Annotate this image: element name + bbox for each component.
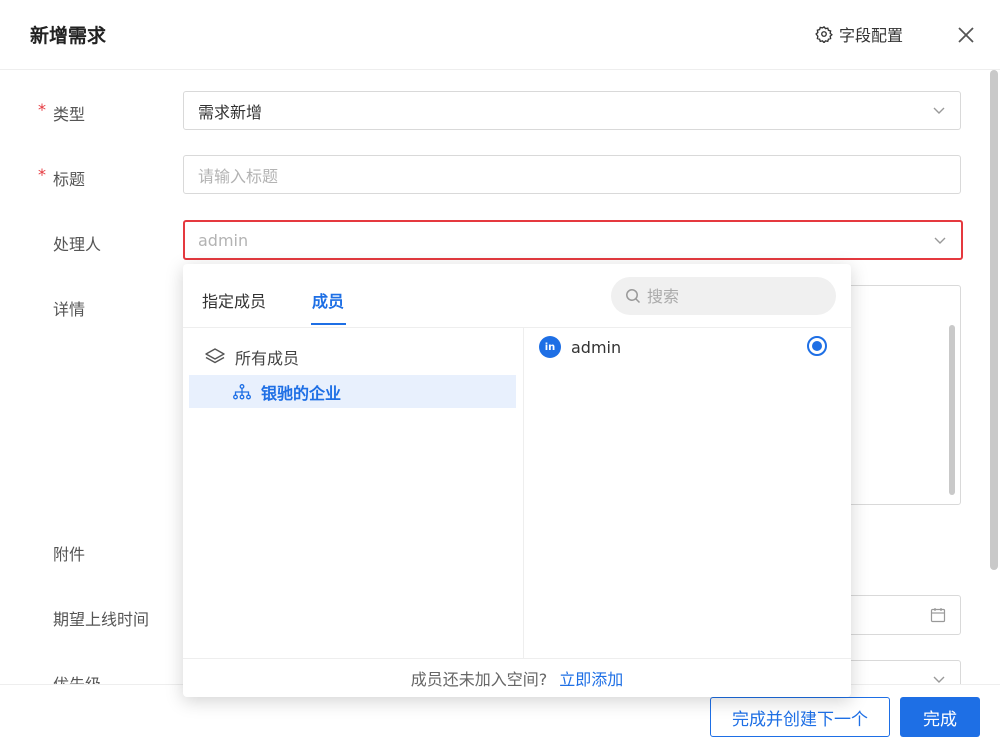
member-tree: 所有成员 银驰的企业 bbox=[183, 328, 524, 658]
calendar-icon bbox=[930, 608, 946, 623]
member-name: admin bbox=[571, 337, 622, 357]
close-icon[interactable] bbox=[955, 24, 977, 46]
page-scrollbar[interactable] bbox=[990, 70, 998, 570]
assignee-dropdown: 指定成员 成员 所有成员 银驰的企业 in admin 成员还未加入空间? 立即… bbox=[183, 264, 851, 697]
tab-specified-members[interactable]: 指定成员 bbox=[202, 288, 266, 312]
assignee-label: 处理人 bbox=[53, 235, 102, 254]
add-now-link[interactable]: 立即添加 bbox=[559, 666, 623, 690]
tab-members[interactable]: 成员 bbox=[312, 288, 344, 312]
type-value: 需求新增 bbox=[198, 102, 263, 122]
title-input[interactable]: 请输入标题 bbox=[183, 155, 961, 194]
type-label: 类型 bbox=[53, 105, 86, 124]
member-radio[interactable] bbox=[807, 336, 827, 356]
field-config-button[interactable]: 字段配置 bbox=[815, 22, 903, 46]
create-next-button[interactable]: 完成并创建下一个 bbox=[710, 697, 890, 737]
search-input[interactable] bbox=[647, 286, 817, 306]
expected-date-picker[interactable] bbox=[838, 595, 961, 635]
gear-icon bbox=[815, 25, 833, 43]
dialog-title: 新增需求 bbox=[30, 25, 107, 47]
member-search[interactable] bbox=[611, 277, 836, 315]
tree-item-label: 银驰的企业 bbox=[261, 383, 342, 403]
dropdown-footer: 成员还未加入空间? 立即添加 bbox=[183, 658, 851, 697]
member-item-admin[interactable]: in admin bbox=[539, 335, 829, 359]
avatar: in bbox=[539, 336, 561, 358]
field-config-label: 字段配置 bbox=[839, 26, 904, 45]
title-placeholder: 请输入标题 bbox=[198, 166, 279, 186]
org-chart-icon bbox=[233, 383, 251, 399]
dialog-header: 新增需求 字段配置 bbox=[0, 0, 1000, 70]
type-select[interactable]: 需求新增 bbox=[183, 91, 961, 130]
title-label: 标题 bbox=[53, 170, 86, 189]
assignee-placeholder: admin bbox=[198, 230, 249, 250]
details-label: 详情 bbox=[53, 300, 86, 319]
chevron-down-icon bbox=[934, 237, 946, 244]
required-mark: * bbox=[38, 100, 46, 119]
active-tab-indicator bbox=[311, 323, 346, 325]
details-textarea[interactable] bbox=[838, 285, 961, 505]
expected-date-label: 期望上线时间 bbox=[53, 610, 150, 629]
layers-icon bbox=[205, 348, 225, 364]
tree-item-label: 所有成员 bbox=[235, 349, 300, 368]
done-button[interactable]: 完成 bbox=[900, 697, 980, 737]
attachment-label: 附件 bbox=[53, 545, 86, 564]
search-icon bbox=[626, 289, 641, 304]
assignee-select[interactable]: admin bbox=[183, 220, 963, 260]
tree-item-org[interactable]: 银驰的企业 bbox=[189, 375, 516, 408]
details-scrollbar[interactable] bbox=[949, 325, 955, 495]
required-mark: * bbox=[38, 165, 46, 184]
not-joined-text: 成员还未加入空间? bbox=[410, 670, 548, 689]
radio-selected-dot bbox=[812, 341, 822, 351]
chevron-down-icon bbox=[933, 107, 945, 114]
tree-item-all-members[interactable]: 所有成员 bbox=[205, 345, 299, 369]
